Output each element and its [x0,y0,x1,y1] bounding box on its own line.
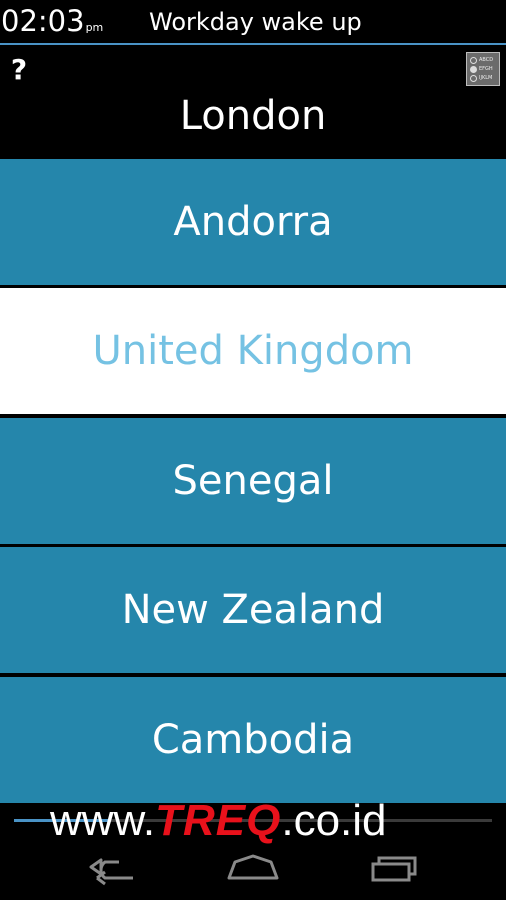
home-button[interactable] [223,850,283,886]
radio-checked-icon [470,66,477,73]
answer-option-1[interactable]: Andorra [0,159,506,285]
alarm-title: Workday wake up [149,8,362,36]
quiz-mode-option-label: IJKLM [479,75,493,81]
back-button[interactable] [83,850,143,886]
quiz-mode-option: IJKLM [470,74,498,83]
radio-icon [470,75,477,82]
help-button[interactable]: ? [8,54,30,86]
clock: 02:03pm [1,3,103,46]
alarm-quiz-screen: 02:03pm Workday wake up ? ABCD EFGH IJKL… [0,0,506,900]
answer-option-3[interactable]: Senegal [0,418,506,544]
answer-option-5[interactable]: Cambodia [0,677,506,803]
quiz-mode-button[interactable]: ABCD EFGH IJKLM [466,52,500,86]
watermark-prefix: www. [50,796,156,845]
recent-apps-icon [371,856,417,882]
quiz-mode-option: EFGH [470,65,498,74]
back-icon [89,858,133,886]
answer-option-2[interactable]: United Kingdom [0,288,506,414]
clock-time: 02:03 [1,4,85,38]
watermark: www.TREQ.co.id [50,796,387,846]
watermark-suffix: .co.id [281,796,387,845]
question-text: London [179,93,327,139]
clock-ampm: pm [85,21,104,34]
radio-icon [470,57,477,64]
recent-apps-button[interactable] [363,850,423,886]
quiz-mode-option-label: ABCD [479,57,494,63]
action-bar-divider [0,43,506,45]
home-icon [227,854,279,880]
quiz-mode-option-label: EFGH [479,66,493,72]
quiz-mode-option: ABCD [470,56,498,65]
answer-option-4[interactable]: New Zealand [0,547,506,673]
watermark-brand: TREQ [155,796,282,845]
action-bar: 02:03pm Workday wake up [0,0,506,46]
